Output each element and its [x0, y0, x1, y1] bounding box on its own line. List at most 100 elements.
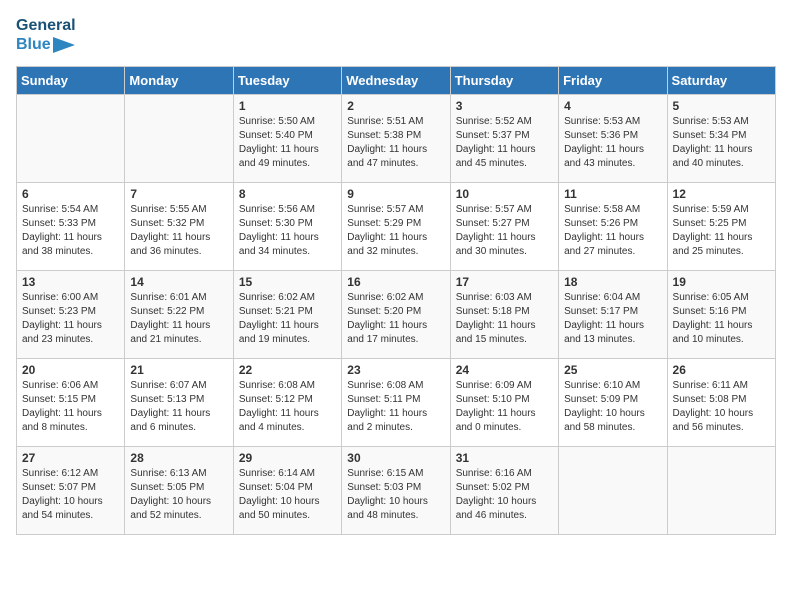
col-header-saturday: Saturday: [667, 67, 775, 95]
day-info: Sunrise: 6:16 AM Sunset: 5:02 PM Dayligh…: [456, 467, 553, 523]
week-row-3: 13 Sunrise: 6:00 AM Sunset: 5:23 PM Dayli…: [17, 271, 776, 359]
day-number: 16: [347, 275, 444, 289]
day-number: 20: [22, 363, 119, 377]
calendar-cell: 24 Sunrise: 6:09 AM Sunset: 5:10 PM Dayli…: [450, 359, 558, 447]
calendar-cell: 22 Sunrise: 6:08 AM Sunset: 5:12 PM Dayli…: [233, 359, 341, 447]
calendar-cell: 25 Sunrise: 6:10 AM Sunset: 5:09 PM Dayli…: [559, 359, 667, 447]
logo-arrow-icon: [53, 37, 75, 53]
day-number: 10: [456, 187, 553, 201]
calendar-cell: [559, 447, 667, 535]
page-header: General Blue: [16, 16, 776, 54]
calendar-cell: 15Sunrise: 6:02 AM Sunset: 5:21 PM Dayli…: [233, 271, 341, 359]
day-info: Sunrise: 6:01 AM Sunset: 5:22 PM Dayligh…: [130, 291, 227, 347]
day-number: 22: [239, 363, 336, 377]
day-info: Sunrise: 5:57 AM Sunset: 5:27 PM Dayligh…: [456, 203, 553, 259]
day-number: 12: [673, 187, 770, 201]
day-info: Sunrise: 6:05 AM Sunset: 5:16 PM Dayligh…: [673, 291, 770, 347]
day-info: Sunrise: 6:03 AM Sunset: 5:18 PM Dayligh…: [456, 291, 553, 347]
day-number: 15: [239, 275, 336, 289]
day-number: 28: [130, 451, 227, 465]
day-info: Sunrise: 6:15 AM Sunset: 5:03 PM Dayligh…: [347, 467, 444, 523]
day-number: 1: [239, 99, 336, 113]
calendar-cell: 18 Sunrise: 6:04 AM Sunset: 5:17 PM Dayli…: [559, 271, 667, 359]
day-number: 7: [130, 187, 227, 201]
day-info: Sunrise: 6:14 AM Sunset: 5:04 PM Dayligh…: [239, 467, 336, 523]
col-header-monday: Monday: [125, 67, 233, 95]
day-number: 19: [673, 275, 770, 289]
day-number: 9: [347, 187, 444, 201]
day-info: Sunrise: 6:09 AM Sunset: 5:10 PM Dayligh…: [456, 379, 553, 435]
calendar-cell: 4 Sunrise: 5:53 AM Sunset: 5:36 PM Daylig…: [559, 95, 667, 183]
day-number: 5: [673, 99, 770, 113]
day-info: Sunrise: 6:08 AM Sunset: 5:12 PM Dayligh…: [239, 379, 336, 435]
day-number: 4: [564, 99, 661, 113]
calendar-cell: [667, 447, 775, 535]
day-number: 25: [564, 363, 661, 377]
calendar-cell: 12 Sunrise: 5:59 AM Sunset: 5:25 PM Dayli…: [667, 183, 775, 271]
day-number: 21: [130, 363, 227, 377]
calendar-cell: 21Sunrise: 6:07 AM Sunset: 5:13 PM Dayli…: [125, 359, 233, 447]
day-info: Sunrise: 6:13 AM Sunset: 5:05 PM Dayligh…: [130, 467, 227, 523]
day-number: 17: [456, 275, 553, 289]
calendar-cell: [17, 95, 125, 183]
day-info: Sunrise: 6:08 AM Sunset: 5:11 PM Dayligh…: [347, 379, 444, 435]
calendar-cell: 27Sunrise: 6:12 AM Sunset: 5:07 PM Dayli…: [17, 447, 125, 535]
day-number: 8: [239, 187, 336, 201]
calendar-cell: 14 Sunrise: 6:01 AM Sunset: 5:22 PM Dayli…: [125, 271, 233, 359]
col-header-sunday: Sunday: [17, 67, 125, 95]
calendar-cell: 26 Sunrise: 6:11 AM Sunset: 5:08 PM Dayli…: [667, 359, 775, 447]
calendar-cell: 28 Sunrise: 6:13 AM Sunset: 5:05 PM Dayli…: [125, 447, 233, 535]
calendar-cell: 7Sunrise: 5:55 AM Sunset: 5:32 PM Daylig…: [125, 183, 233, 271]
day-number: 6: [22, 187, 119, 201]
day-number: 24: [456, 363, 553, 377]
calendar-table: SundayMondayTuesdayWednesdayThursdayFrid…: [16, 66, 776, 535]
week-row-2: 6Sunrise: 5:54 AM Sunset: 5:33 PM Daylig…: [17, 183, 776, 271]
day-info: Sunrise: 6:00 AM Sunset: 5:23 PM Dayligh…: [22, 291, 119, 347]
day-info: Sunrise: 5:59 AM Sunset: 5:25 PM Dayligh…: [673, 203, 770, 259]
day-number: 14: [130, 275, 227, 289]
col-header-friday: Friday: [559, 67, 667, 95]
calendar-cell: 5 Sunrise: 5:53 AM Sunset: 5:34 PM Daylig…: [667, 95, 775, 183]
day-info: Sunrise: 5:53 AM Sunset: 5:36 PM Dayligh…: [564, 115, 661, 171]
calendar-cell: 1 Sunrise: 5:50 AM Sunset: 5:40 PM Daylig…: [233, 95, 341, 183]
day-info: Sunrise: 5:51 AM Sunset: 5:38 PM Dayligh…: [347, 115, 444, 171]
calendar-cell: 11Sunrise: 5:58 AM Sunset: 5:26 PM Dayli…: [559, 183, 667, 271]
calendar-cell: 17 Sunrise: 6:03 AM Sunset: 5:18 PM Dayli…: [450, 271, 558, 359]
day-info: Sunrise: 5:58 AM Sunset: 5:26 PM Dayligh…: [564, 203, 661, 259]
day-info: Sunrise: 5:52 AM Sunset: 5:37 PM Dayligh…: [456, 115, 553, 171]
day-number: 18: [564, 275, 661, 289]
col-header-tuesday: Tuesday: [233, 67, 341, 95]
calendar-cell: 13 Sunrise: 6:00 AM Sunset: 5:23 PM Dayli…: [17, 271, 125, 359]
day-number: 27: [22, 451, 119, 465]
calendar-cell: 9Sunrise: 5:57 AM Sunset: 5:29 PM Daylig…: [342, 183, 450, 271]
col-header-wednesday: Wednesday: [342, 67, 450, 95]
calendar-cell: 2Sunrise: 5:51 AM Sunset: 5:38 PM Daylig…: [342, 95, 450, 183]
day-number: 3: [456, 99, 553, 113]
calendar-cell: 19 Sunrise: 6:05 AM Sunset: 5:16 PM Dayli…: [667, 271, 775, 359]
col-header-thursday: Thursday: [450, 67, 558, 95]
day-info: Sunrise: 6:10 AM Sunset: 5:09 PM Dayligh…: [564, 379, 661, 435]
logo: General Blue: [16, 16, 76, 54]
day-info: Sunrise: 6:06 AM Sunset: 5:15 PM Dayligh…: [22, 379, 119, 435]
day-info: Sunrise: 6:02 AM Sunset: 5:20 PM Dayligh…: [347, 291, 444, 347]
day-info: Sunrise: 5:56 AM Sunset: 5:30 PM Dayligh…: [239, 203, 336, 259]
day-number: 29: [239, 451, 336, 465]
calendar-cell: 30 Sunrise: 6:15 AM Sunset: 5:03 PM Dayli…: [342, 447, 450, 535]
day-info: Sunrise: 6:04 AM Sunset: 5:17 PM Dayligh…: [564, 291, 661, 347]
day-number: 13: [22, 275, 119, 289]
day-info: Sunrise: 5:53 AM Sunset: 5:34 PM Dayligh…: [673, 115, 770, 171]
week-row-4: 20 Sunrise: 6:06 AM Sunset: 5:15 PM Dayli…: [17, 359, 776, 447]
calendar-cell: 20 Sunrise: 6:06 AM Sunset: 5:15 PM Dayli…: [17, 359, 125, 447]
calendar-cell: 10 Sunrise: 5:57 AM Sunset: 5:27 PM Dayli…: [450, 183, 558, 271]
calendar-cell: 29 Sunrise: 6:14 AM Sunset: 5:04 PM Dayli…: [233, 447, 341, 535]
day-info: Sunrise: 5:50 AM Sunset: 5:40 PM Dayligh…: [239, 115, 336, 171]
day-info: Sunrise: 6:11 AM Sunset: 5:08 PM Dayligh…: [673, 379, 770, 435]
calendar-cell: 23 Sunrise: 6:08 AM Sunset: 5:11 PM Dayli…: [342, 359, 450, 447]
week-row-5: 27Sunrise: 6:12 AM Sunset: 5:07 PM Dayli…: [17, 447, 776, 535]
calendar-cell: 31Sunrise: 6:16 AM Sunset: 5:02 PM Dayli…: [450, 447, 558, 535]
calendar-cell: 8 Sunrise: 5:56 AM Sunset: 5:30 PM Daylig…: [233, 183, 341, 271]
week-row-1: 1 Sunrise: 5:50 AM Sunset: 5:40 PM Daylig…: [17, 95, 776, 183]
day-number: 30: [347, 451, 444, 465]
day-number: 26: [673, 363, 770, 377]
day-number: 23: [347, 363, 444, 377]
